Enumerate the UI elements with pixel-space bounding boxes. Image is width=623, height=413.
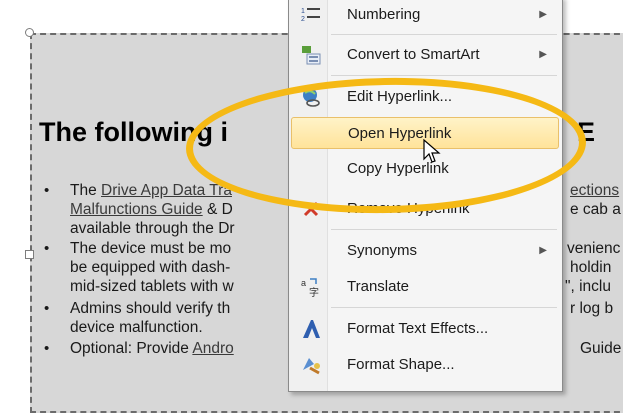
hyperlink[interactable]: Malfunctions Guide bbox=[70, 201, 203, 218]
bullet-text: mid-sized tablets with w bbox=[70, 278, 234, 295]
bullet-text-fragment: venienc bbox=[567, 240, 621, 257]
hyperlink[interactable]: Andro bbox=[192, 340, 233, 357]
menu-item-translate[interactable]: a 字 Translate bbox=[291, 271, 559, 303]
menu-item-format-shape[interactable]: Format Shape... bbox=[291, 349, 559, 381]
bullet-text: Optional: Provide Andro bbox=[70, 340, 234, 357]
mouse-cursor-icon bbox=[423, 139, 441, 163]
bullet-text-fragment: holdin bbox=[570, 259, 612, 276]
svg-text:1: 1 bbox=[301, 8, 305, 15]
menu-item-convert-to-smartart[interactable]: Convert to SmartArt ▶ bbox=[291, 39, 559, 71]
bullet-text-fragment: r log b bbox=[570, 300, 614, 317]
bullet-text: be equipped with dash- bbox=[70, 259, 231, 276]
smartart-icon bbox=[302, 46, 321, 65]
menu-separator bbox=[331, 229, 557, 230]
bullet-marker: • bbox=[44, 240, 50, 257]
svg-text:2: 2 bbox=[301, 16, 305, 23]
menu-item-label: Numbering bbox=[347, 6, 421, 23]
bullet-text: The device must be mo bbox=[70, 240, 232, 257]
menu-separator bbox=[331, 307, 557, 308]
bullet-text-fragment: e cab a bbox=[570, 201, 621, 218]
menu-item-label: Synonyms bbox=[347, 242, 418, 259]
translate-icon: a 字 bbox=[301, 278, 319, 298]
menu-separator bbox=[331, 75, 557, 76]
bullet-text: device malfunction. bbox=[70, 319, 203, 336]
svg-text:字: 字 bbox=[309, 286, 319, 298]
menu-item-label: Translate bbox=[347, 278, 409, 295]
menu-item-format-text-effects[interactable]: Format Text Effects... bbox=[291, 313, 559, 345]
submenu-arrow-icon: ▶ bbox=[539, 9, 547, 20]
bullet-text: Admins should verify th bbox=[70, 300, 231, 317]
bullet-text-fragment: ", inclu bbox=[565, 278, 611, 295]
bullet-text: Malfunctions Guide & D bbox=[70, 201, 233, 218]
submenu-arrow-icon: ▶ bbox=[539, 245, 547, 256]
bullet-text: available through the Dr bbox=[70, 220, 235, 237]
bullet-marker: • bbox=[44, 182, 50, 199]
menu-item-numbering[interactable]: 1 2 Numbering ▶ bbox=[291, 0, 559, 31]
hyperlink[interactable]: Drive App Data Tra bbox=[101, 182, 232, 199]
bullet-text-fragment: ections bbox=[570, 182, 620, 199]
menu-item-label: Format Text Effects... bbox=[347, 320, 489, 337]
bullet-text-fragment: Guide bbox=[580, 340, 622, 357]
format-shape-icon bbox=[303, 358, 320, 375]
bullet-text: The Drive App Data Tra bbox=[70, 182, 232, 199]
menu-separator bbox=[331, 34, 557, 35]
numbering-icon: 1 2 bbox=[301, 8, 320, 23]
submenu-arrow-icon: ▶ bbox=[539, 49, 547, 60]
bullet-marker: • bbox=[44, 340, 50, 357]
text-effects-icon bbox=[303, 320, 320, 338]
resize-handle[interactable] bbox=[25, 250, 34, 259]
menu-item-label: Format Shape... bbox=[347, 356, 455, 373]
svg-text:a: a bbox=[301, 278, 306, 288]
bullet-marker: • bbox=[44, 300, 50, 317]
menu-item-synonyms[interactable]: Synonyms ▶ bbox=[291, 235, 559, 267]
menu-item-label: Convert to SmartArt bbox=[347, 46, 480, 63]
resize-handle[interactable] bbox=[25, 28, 34, 37]
